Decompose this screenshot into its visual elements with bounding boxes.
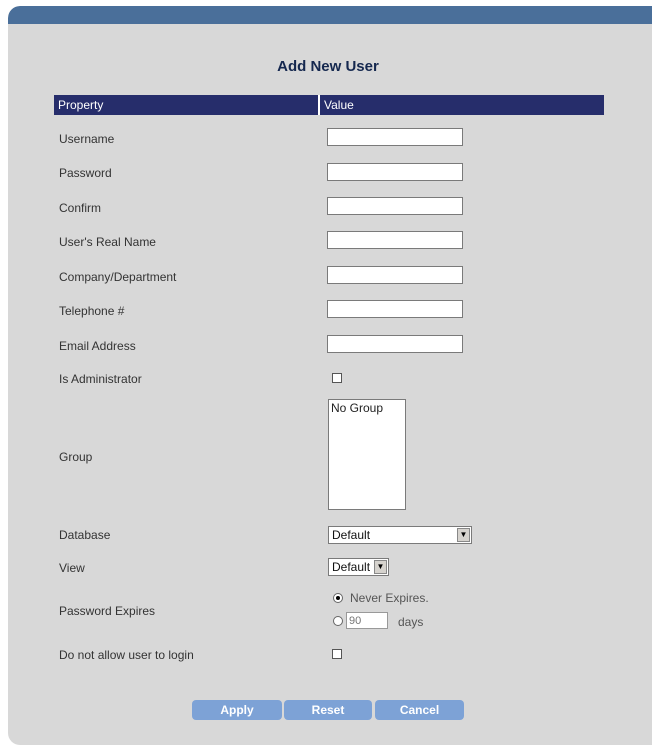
company-field[interactable] bbox=[327, 266, 463, 284]
expire-days-input[interactable] bbox=[346, 612, 388, 629]
group-listbox[interactable]: No Group bbox=[328, 399, 406, 510]
telephone-label: Telephone # bbox=[59, 304, 125, 318]
disallow-login-checkbox[interactable] bbox=[332, 649, 342, 659]
view-label: View bbox=[59, 561, 85, 575]
column-header-property: Property bbox=[58, 98, 104, 112]
chevron-down-icon[interactable]: ▼ bbox=[457, 528, 470, 542]
email-field[interactable] bbox=[327, 335, 463, 353]
username-field[interactable] bbox=[327, 128, 463, 146]
password-label: Password bbox=[59, 166, 112, 180]
days-label: days bbox=[398, 615, 424, 629]
password-field[interactable] bbox=[327, 163, 463, 181]
database-label: Database bbox=[59, 528, 111, 542]
expire-days-radio[interactable] bbox=[333, 616, 343, 626]
telephone-field[interactable] bbox=[327, 300, 463, 318]
table-header: Property Value bbox=[54, 95, 604, 115]
database-select[interactable]: Default ▼ bbox=[328, 526, 472, 544]
column-header-value: Value bbox=[324, 98, 354, 112]
database-selected-value: Default bbox=[332, 528, 371, 542]
never-expires-radio[interactable] bbox=[333, 593, 343, 603]
is-admin-checkbox[interactable] bbox=[332, 373, 342, 383]
email-label: Email Address bbox=[59, 339, 136, 353]
chevron-down-icon[interactable]: ▼ bbox=[374, 560, 387, 574]
group-option[interactable]: No Group bbox=[329, 400, 405, 416]
confirm-password-field[interactable] bbox=[327, 197, 463, 215]
view-select[interactable]: Default ▼ bbox=[328, 558, 389, 576]
company-label: Company/Department bbox=[59, 270, 177, 284]
apply-button[interactable]: Apply bbox=[192, 700, 282, 720]
page-title: Add New User bbox=[277, 58, 379, 75]
confirm-label: Confirm bbox=[59, 201, 102, 215]
reset-button[interactable]: Reset bbox=[284, 700, 372, 720]
username-label: Username bbox=[59, 132, 115, 146]
column-divider bbox=[318, 95, 320, 115]
view-selected-value: Default bbox=[332, 560, 371, 574]
group-label: Group bbox=[59, 450, 93, 464]
disallow-login-label: Do not allow user to login bbox=[59, 648, 194, 662]
panel-top-bar bbox=[8, 6, 652, 24]
never-expires-label: Never Expires. bbox=[350, 591, 429, 605]
real-name-label: User's Real Name bbox=[59, 235, 156, 249]
form-panel: Add New User Property Value Username Pas… bbox=[8, 6, 652, 745]
real-name-field[interactable] bbox=[327, 231, 463, 249]
password-expires-label: Password Expires bbox=[59, 604, 156, 618]
cancel-button[interactable]: Cancel bbox=[375, 700, 464, 720]
is-admin-label: Is Administrator bbox=[59, 372, 142, 386]
